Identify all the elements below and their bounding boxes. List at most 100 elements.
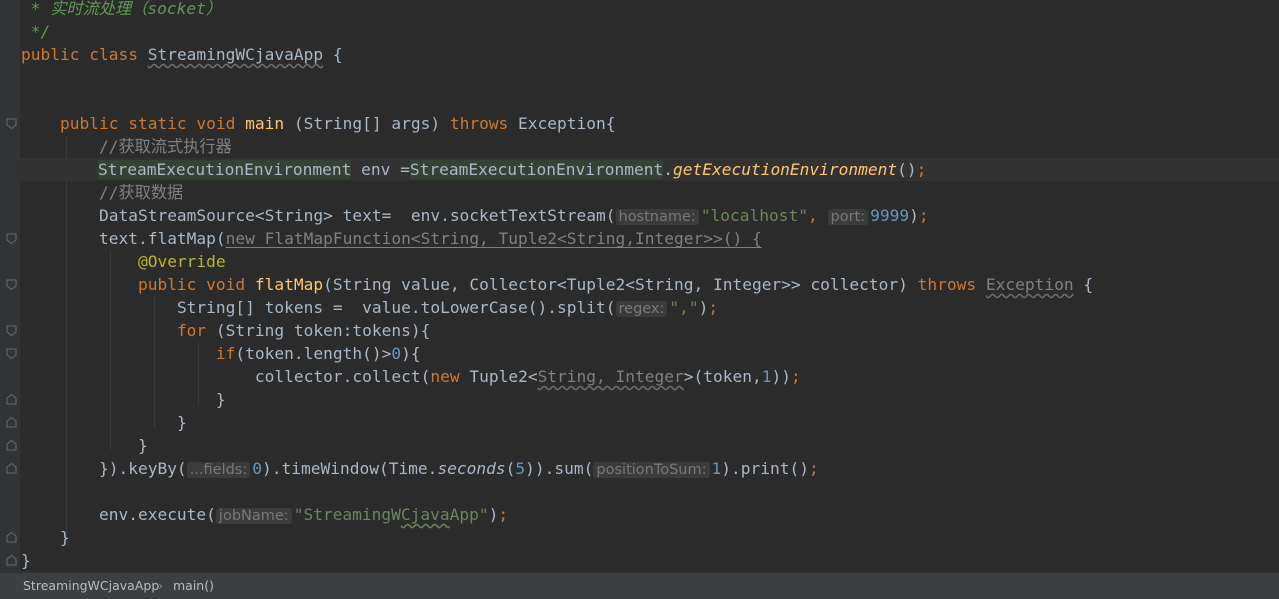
keyword: public class: [21, 45, 148, 64]
fold-marker-icon[interactable]: [6, 348, 17, 359]
code-line-current[interactable]: StreamExecutionEnvironment env =StreamEx…: [20, 158, 1279, 181]
code-line[interactable]: public class StreamingWCjavaApp {: [21, 43, 343, 66]
brace: {: [1073, 275, 1094, 294]
fold-end-icon[interactable]: [6, 532, 17, 543]
breadcrumb-method[interactable]: main(): [173, 573, 214, 598]
keyword: public static void: [59, 114, 246, 133]
keyword: public void: [137, 275, 255, 294]
code-line[interactable]: */: [21, 20, 51, 43]
string-literal-typo: Cjava: [400, 505, 450, 524]
code-editor[interactable]: * 实时流处理（socket） */ public class Streamin…: [0, 0, 1279, 572]
brace: }: [21, 551, 31, 570]
fold-marker-icon[interactable]: [6, 233, 17, 244]
fold-marker-icon[interactable]: [6, 325, 17, 336]
param-hint: jobName:: [215, 508, 292, 524]
code-line[interactable]: for (String token:tokens){: [21, 319, 430, 342]
param-hint: positionToSum:: [593, 462, 710, 478]
statement: (token.length()>: [235, 344, 392, 363]
param-hint: hostname:: [615, 209, 699, 225]
method-name: flatMap: [254, 275, 324, 294]
code-line[interactable]: collector.collect(new Tuple2<String, Int…: [21, 365, 801, 388]
annotation: @Override: [137, 252, 226, 271]
fold-end-icon[interactable]: [6, 417, 17, 428]
statement: >(token,: [683, 367, 762, 386]
statement: (String token:tokens){: [206, 321, 431, 340]
string-literal: ",": [669, 298, 699, 317]
fold-end-icon[interactable]: [6, 555, 17, 566]
type-name: StreamExecutionEnvironment: [409, 160, 664, 179]
line-comment: //获取数据: [98, 183, 184, 202]
code-line[interactable]: @Override: [21, 250, 226, 273]
keyword: throws: [917, 275, 977, 294]
doc-comment: * 实时流处理（socket）: [21, 0, 223, 18]
semicolon: ;: [918, 206, 929, 225]
param-hint: ...fields:: [186, 462, 251, 478]
breadcrumb-separator: ›: [158, 578, 163, 593]
semicolon: ;: [790, 367, 801, 386]
code-line[interactable]: }: [21, 526, 70, 549]
brace: }: [59, 528, 70, 547]
number-literal: 9999: [870, 206, 910, 225]
paren: ): [488, 505, 499, 524]
semicolon: ;: [708, 298, 719, 317]
brace: }: [176, 413, 187, 432]
number-literal: 0: [391, 344, 402, 363]
number-literal: 0: [252, 459, 262, 478]
string-literal: "localhost": [700, 206, 809, 225]
type-name: Tuple2<: [459, 367, 538, 386]
keyword: new: [430, 367, 460, 386]
fold-end-icon[interactable]: [6, 394, 17, 405]
fold-marker-icon[interactable]: [6, 279, 17, 290]
fold-end-icon[interactable]: [6, 463, 17, 474]
statement: ){: [401, 344, 421, 363]
line-comment: //获取流式执行器: [98, 137, 232, 156]
number-literal: 5: [515, 459, 526, 478]
param-hint: regex:: [615, 301, 668, 317]
code-line[interactable]: if(token.length()>0){: [21, 342, 421, 365]
statement: DataStreamSource<String> text= env.socke…: [98, 206, 616, 225]
string-literal: App": [449, 505, 489, 524]
code-line[interactable]: public static void main (String[] args) …: [21, 112, 616, 135]
code-line[interactable]: //获取流式执行器: [21, 135, 232, 158]
code-line[interactable]: public void flatMap(String value, Collec…: [21, 273, 1093, 296]
number-literal: 1: [761, 367, 772, 386]
code-line[interactable]: }: [21, 549, 31, 572]
code-line[interactable]: DataStreamSource<String> text= env.socke…: [21, 204, 929, 227]
code-line[interactable]: }: [21, 411, 187, 434]
statement: ).timeWindow(Time.: [262, 459, 438, 478]
statement: ).print(): [721, 459, 809, 478]
code-line[interactable]: }).keyBy(...fields: 0).timeWindow(Time.se…: [21, 457, 819, 480]
parens: (): [897, 160, 917, 179]
string-literal: "StreamingW: [293, 505, 401, 524]
semicolon: ;: [808, 459, 819, 478]
code-line[interactable]: env.execute(jobName: "StreamingWCjavaApp"…: [21, 503, 508, 526]
paren: ): [909, 206, 919, 225]
brace: {: [323, 45, 343, 64]
code-line[interactable]: text.flatMap(new FlatMapFunction<String,…: [21, 227, 762, 250]
comma: ,: [808, 206, 828, 225]
breadcrumb-class[interactable]: StreamingWCjavaApp: [23, 573, 159, 598]
statement: text.flatMap(: [98, 229, 226, 248]
statement: collector.collect(: [254, 367, 431, 386]
code-line[interactable]: String[] tokens = value.toLowerCase().sp…: [21, 296, 718, 319]
keyword: throws: [449, 114, 509, 133]
generic-args: String, Integer: [537, 367, 684, 386]
code-line[interactable]: }: [21, 434, 148, 457]
keyword: if: [215, 344, 236, 363]
method-params: (String[] args): [284, 114, 450, 133]
class-name: StreamingWCjavaApp: [147, 45, 324, 64]
statement: }).keyBy(: [98, 459, 187, 478]
param-hint: port:: [827, 209, 869, 225]
breadcrumb: StreamingWCjavaApp › main(): [0, 572, 1279, 599]
brace: }: [137, 436, 148, 455]
code-line[interactable]: //获取数据: [21, 181, 183, 204]
code-line[interactable]: * 实时流处理（socket）: [21, 0, 222, 20]
fold-end-icon[interactable]: [6, 440, 17, 451]
fold-marker-icon[interactable]: [6, 118, 17, 129]
code-line[interactable]: }: [21, 388, 226, 411]
statement: )).sum(: [525, 459, 594, 478]
exception-type: Exception{: [508, 114, 616, 133]
statement: env.execute(: [98, 505, 216, 524]
variable: env =: [351, 160, 410, 179]
static-method: seconds: [437, 459, 506, 478]
